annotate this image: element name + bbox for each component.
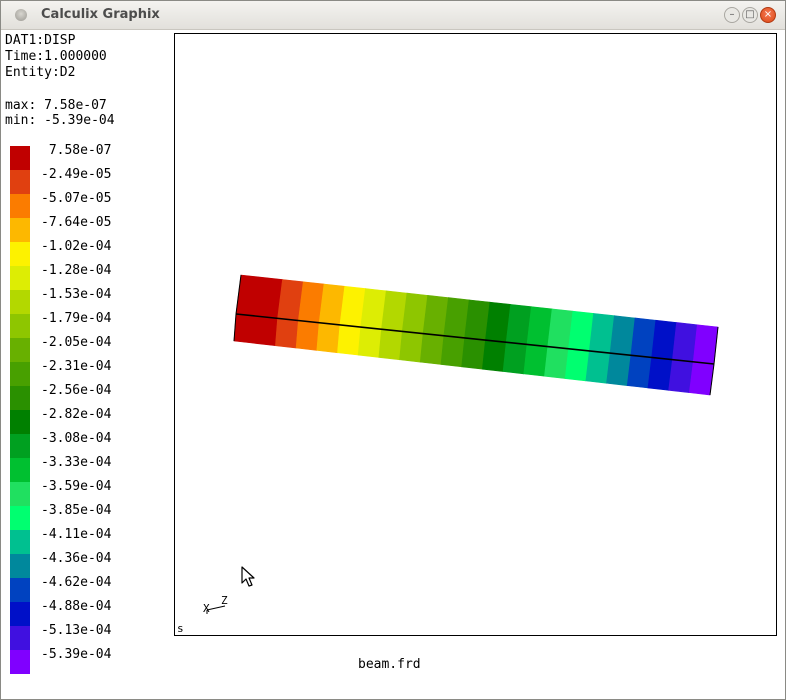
legend-value: -5.07e-05 [41,191,112,206]
legend-value: -7.64e-05 [41,215,112,230]
legend-entry: -5.39e-04 [9,647,189,674]
legend-swatch [10,146,30,170]
legend-swatch [10,458,30,482]
beam-color-band [316,322,341,354]
legend-swatch [10,386,30,410]
corner-label: s [177,622,184,635]
legend-swatch [10,578,30,602]
legend-swatch [10,218,30,242]
legend-value: -2.05e-04 [41,335,112,350]
legend-value: -5.13e-04 [41,623,112,638]
beam-color-band [564,348,590,382]
max-label: max: 7.58e-07 [5,98,107,113]
legend-value: -4.62e-04 [41,575,112,590]
title-bar[interactable]: Calculix Graphix – □ × [1,1,785,30]
legend-swatch [10,650,30,674]
beam-color-band [523,344,549,377]
beam-color-band [440,335,465,368]
legend-value: -1.02e-04 [41,239,112,254]
legend-swatch [10,506,30,530]
legend-swatch [10,194,30,218]
beam-color-band [357,326,382,358]
beam-color-band [544,346,569,379]
legend-swatch [10,338,30,362]
legend-value: 7.58e-07 [41,143,112,158]
beam-color-band [502,341,528,375]
axis-x-label: X [203,602,210,615]
legend-value: -1.53e-04 [41,287,112,302]
legend-swatch [10,314,30,338]
legend-value: -2.56e-04 [41,383,112,398]
legend-swatch [10,362,30,386]
legend-swatch [10,242,30,266]
legend-swatch [10,434,30,458]
beam-color-band [461,337,486,370]
legend-swatch [10,530,30,554]
legend-swatch [10,290,30,314]
legend-swatch [10,266,30,290]
legend-value: -4.36e-04 [41,551,112,566]
legend-value: -3.85e-04 [41,503,112,518]
legend-swatch [10,626,30,650]
beam-color-band [626,354,652,389]
window-title: Calculix Graphix [41,7,160,22]
beam-color-band [235,274,283,319]
min-label: min: -5.39e-04 [5,113,115,128]
legend-swatch [10,170,30,194]
close-button[interactable]: × [760,7,776,23]
beam-color-band [672,322,698,363]
beam-color-band [275,318,299,349]
legend-value: -3.08e-04 [41,431,112,446]
beam-color-band [668,359,694,393]
beam-color-band [606,352,632,386]
legend-value: -2.82e-04 [41,407,112,422]
beam-color-band [233,313,278,347]
beam-color-band [337,324,362,356]
file-name-label: beam.frd [358,657,421,672]
minimize-button[interactable]: – [724,7,740,23]
legend-swatch [10,410,30,434]
legend-value: -3.59e-04 [41,479,112,494]
graphics-viewport[interactable]: X Z s [174,33,777,636]
beam-color-band [295,320,320,351]
legend-value: -2.49e-05 [41,167,112,182]
legend-value: -1.28e-04 [41,263,112,278]
legend-swatch [10,554,30,578]
beam-model [233,274,719,396]
legend-value: -5.39e-04 [41,647,112,662]
legend-value: -1.79e-04 [41,311,112,326]
axis-z-label: Z [221,594,228,607]
maximize-button[interactable]: □ [742,7,758,23]
legend-swatch [10,602,30,626]
legend-value: -2.31e-04 [41,359,112,374]
legend-value: -4.88e-04 [41,599,112,614]
legend-value: -4.11e-04 [41,527,112,542]
legend-swatch [10,482,30,506]
calculix-window: Calculix Graphix – □ × DAT1:DISP Time:1.… [0,0,786,700]
beam-color-band [482,339,507,372]
entity-label: Entity:D2 [5,65,76,80]
window-menu-icon[interactable] [15,9,27,21]
beam-color-band [378,328,403,361]
model-canvas [233,274,719,396]
beam-color-band [419,333,445,365]
dataset-label: DAT1:DISP [5,33,76,48]
time-label: Time:1.000000 [5,49,107,64]
beam-color-band [647,357,673,391]
arrow-cursor-icon [241,566,255,587]
legend-value: -3.33e-04 [41,455,112,470]
beam-color-band [399,331,424,363]
beam-color-band [585,350,611,384]
